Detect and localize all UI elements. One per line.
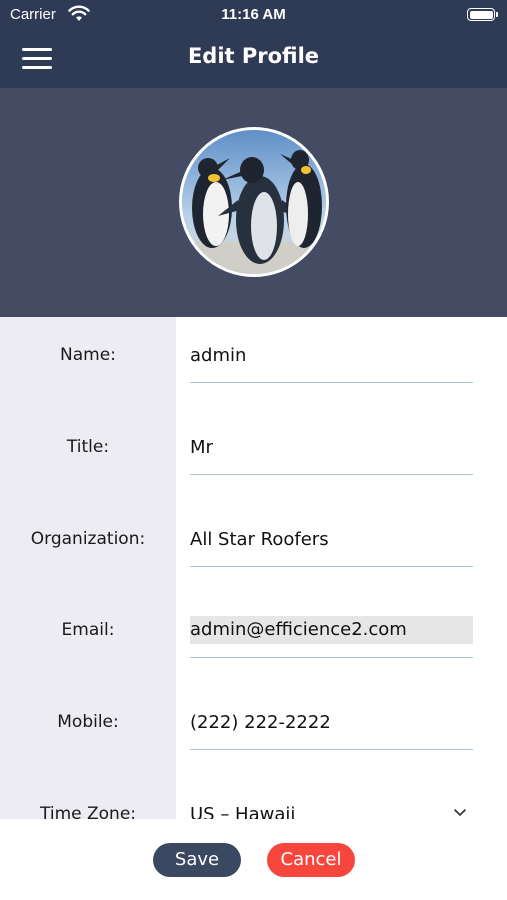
name-value: admin [190, 345, 247, 366]
name-row: Name: admin [0, 317, 507, 409]
title-label: Title: [66, 437, 110, 457]
mobile-field[interactable]: (222) 222-2222 [190, 704, 473, 750]
title-row: Title: Mr [0, 409, 507, 501]
battery-icon [467, 8, 498, 21]
organization-value: All Star Roofers [190, 529, 329, 550]
time-zone-label: Time Zone: [39, 804, 136, 819]
title-value: Mr [190, 437, 213, 458]
save-button[interactable]: Save [153, 843, 241, 877]
email-field: admin@efficience2.com [190, 612, 473, 658]
email-row: Email: admin@efficience2.com [0, 592, 507, 684]
mobile-row: Mobile: (222) 222-2222 [0, 684, 507, 776]
organization-row: Organization: All Star Roofers [0, 501, 507, 593]
penguins-photo [182, 130, 326, 274]
profile-header [0, 88, 507, 317]
profile-form: Name: admin Title: Mr Organization: All … [0, 317, 507, 819]
organization-label: Organization: [30, 529, 146, 549]
time-zone-value: US – Hawaii [190, 804, 296, 819]
title-field[interactable]: Mr [190, 429, 473, 475]
mobile-label: Mobile: [57, 712, 119, 732]
name-field[interactable]: admin [190, 337, 473, 383]
email-label: Email: [61, 620, 115, 640]
organization-field[interactable]: All Star Roofers [190, 521, 473, 567]
page-title: Edit Profile [187, 44, 320, 68]
clock: 11:16 AM [221, 6, 286, 23]
cancel-button[interactable]: Cancel [267, 843, 355, 877]
status-bar: Carrier 11:16 AM [0, 0, 507, 30]
time-zone-row: Time Zone: US – Hawaii [0, 776, 507, 819]
time-zone-select[interactable]: US – Hawaii [190, 796, 473, 819]
email-value: admin@efficience2.com [190, 616, 473, 644]
chevron-down-icon [454, 809, 466, 816]
mobile-value: (222) 222-2222 [190, 712, 331, 733]
action-footer: Save Cancel [0, 819, 507, 900]
nav-bar: Edit Profile [0, 30, 507, 88]
name-label: Name: [60, 345, 116, 365]
avatar[interactable] [179, 127, 329, 277]
